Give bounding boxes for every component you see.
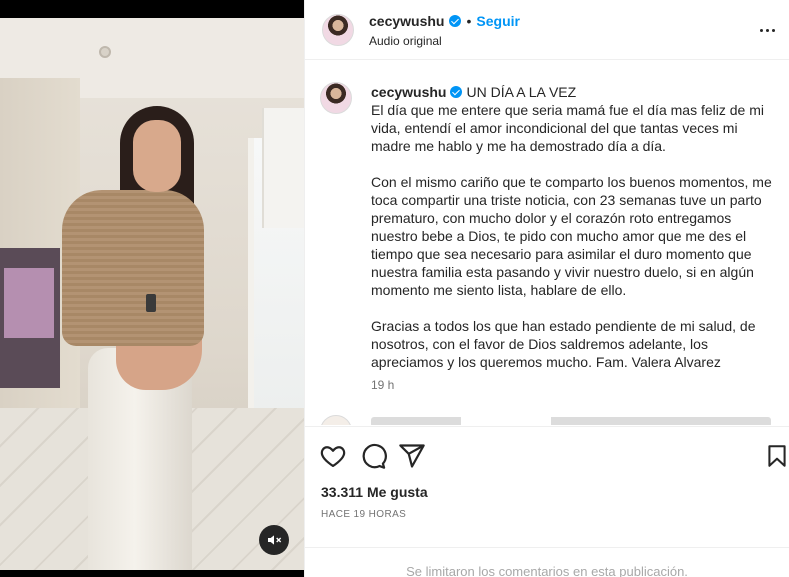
post-actions: 33.311 Me gusta HACE 19 HORAS Se limitar… [305,426,789,577]
caption-title: UN DÍA A LA VEZ [466,84,577,100]
follow-button[interactable]: Seguir [476,13,520,29]
share-button[interactable] [398,442,426,470]
comment-icon [362,443,387,469]
video-frame [0,18,304,570]
avatar[interactable] [322,14,354,46]
post-header: cecywushu • Seguir Audio original [305,0,789,60]
comment-button[interactable] [359,442,387,470]
caption-scroll-area[interactable]: cecywushu UN DÍA A LA VEZ El día que me e… [305,61,789,425]
share-icon [399,444,425,468]
save-button[interactable] [764,442,789,470]
wristwatch [146,294,156,312]
like-button[interactable] [319,442,347,470]
avatar [320,415,352,425]
post-timestamp[interactable]: HACE 19 HORAS [321,509,406,520]
more-options-button[interactable] [755,20,779,40]
caption-paragraph-3: Gracias a todos los que han estado pendi… [371,318,756,370]
caption-avatar[interactable] [320,82,352,114]
header-username[interactable]: cecywushu [369,13,444,29]
caption-paragraph-2: Con el mismo cariño que te comparto los … [371,174,772,298]
more-options-icon [759,28,763,32]
post-media[interactable] [0,0,304,577]
verified-badge-icon [449,15,462,27]
caption-username[interactable]: cecywushu [371,84,446,100]
audio-label[interactable]: Audio original [369,34,442,48]
caption-paragraph-1: El día que me entere que seria mamá fue … [371,102,764,154]
person [62,190,204,346]
verified-badge-icon [450,86,463,98]
mute-button[interactable] [259,525,289,555]
speaker-muted-icon [268,535,282,545]
caption-time-ago[interactable]: 19 h [371,378,394,392]
ceiling-lamp [99,46,111,58]
next-comment-partial [320,413,780,425]
separator-dot: • [466,13,472,29]
heart-icon [320,446,346,468]
caption-text: cecywushu UN DÍA A LA VEZ El día que me e… [371,83,779,389]
bookmark-icon [768,445,786,467]
likes-count[interactable]: 33.311 Me gusta [321,484,428,500]
comments-disabled-notice: Se limitaron los comentarios en esta pub… [305,547,789,577]
